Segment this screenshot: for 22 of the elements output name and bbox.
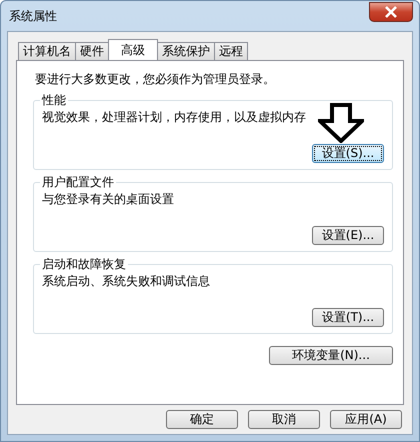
admin-notice: 要进行大多数更改，您必须作为管理员登录。 xyxy=(35,71,276,88)
tab[interactable]: 高级 xyxy=(108,39,158,60)
dialog-button[interactable]: 确定 xyxy=(166,410,238,429)
tab[interactable]: 系统保护 xyxy=(157,42,215,60)
settings-button[interactable]: 设置(E)... xyxy=(312,226,384,245)
settings-button[interactable]: 设置(T)... xyxy=(312,308,384,327)
dialog-button[interactable]: 应用(A) xyxy=(330,410,402,429)
tab[interactable]: 硬件 xyxy=(75,42,109,60)
settings-button[interactable]: 设置(S)... xyxy=(312,144,384,163)
group-description: 系统启动、系统失败和调试信息 xyxy=(42,273,211,290)
group-description: 视觉效果，处理器计划，内存使用，以及虚拟内存 xyxy=(42,109,307,126)
group-title: 启动和故障恢复 xyxy=(40,256,128,273)
close-button[interactable] xyxy=(369,2,413,22)
group-title: 用户配置文件 xyxy=(40,174,116,191)
tab[interactable]: 远程 xyxy=(214,42,248,60)
window-title: 系统属性 xyxy=(8,8,57,24)
dialog-button[interactable]: 取消 xyxy=(248,410,320,429)
tab[interactable]: 计算机名 xyxy=(18,42,76,60)
group-title: 性能 xyxy=(40,92,68,109)
close-icon xyxy=(384,6,398,18)
environment-variables-button[interactable]: 环境变量(N)... xyxy=(269,346,393,365)
group-description: 与您登录有关的桌面设置 xyxy=(42,191,175,208)
